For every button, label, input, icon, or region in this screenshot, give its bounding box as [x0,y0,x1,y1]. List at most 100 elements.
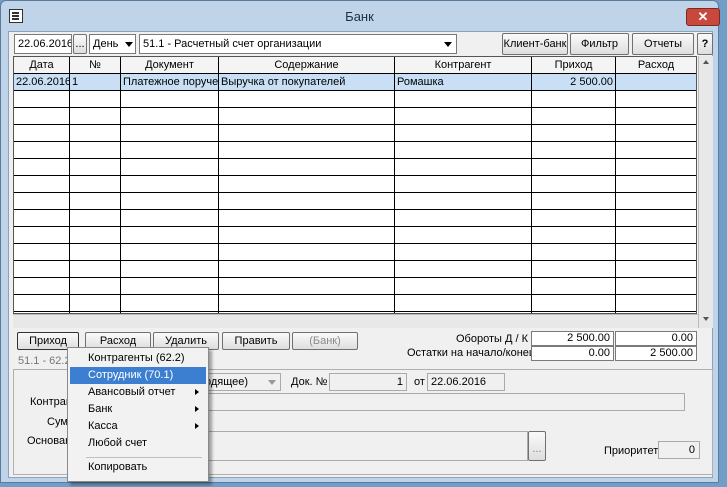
income-context-menu: Контрагенты (62.2) Сотрудник (70.1) Аван… [67,347,209,482]
empty-table-row[interactable] [14,159,696,176]
empty-cell [70,244,121,261]
menu-item-counterparties[interactable]: Контрагенты (62.2) [70,350,206,367]
priority-label: Приоритет [604,445,659,457]
empty-table-row[interactable] [14,176,696,193]
col-income[interactable]: Приход [532,57,616,74]
chevron-down-icon [444,42,452,47]
empty-cell [532,91,616,108]
empty-table-row[interactable] [14,108,696,125]
empty-cell [70,108,121,125]
empty-cell [14,159,70,176]
bank-window: Банк ✕ 22.06.2016 ... День 51.1 - Расчет… [0,0,720,483]
title-bar: Банк ✕ [1,1,720,31]
empty-cell [532,159,616,176]
help-button[interactable]: ? [697,33,713,55]
account-value: 51.1 - Расчетный счет организации [143,38,322,50]
client-bank-button[interactable]: Клиент-банк [502,33,568,55]
turnover-label: Обороты Д / К [456,333,528,345]
empty-cell [219,244,395,261]
empty-cell [14,210,70,227]
empty-cell [395,91,532,108]
col-number[interactable]: № [70,57,121,74]
empty-cell [121,278,219,295]
empty-cell [532,227,616,244]
empty-cell [14,244,70,261]
menu-item-employee[interactable]: Сотрудник (70.1) [70,367,206,384]
empty-cell [14,227,70,244]
scroll-down-icon[interactable] [703,317,709,321]
empty-table-row[interactable] [14,193,696,210]
empty-cell [219,210,395,227]
empty-table-row[interactable] [14,91,696,108]
empty-cell [219,278,395,295]
empty-table-row[interactable] [14,227,696,244]
col-content[interactable]: Содержание [219,57,395,74]
cell-date: 22.06.2016 [14,74,70,91]
vertical-scrollbar[interactable] [698,56,713,328]
doc-date-field[interactable]: 22.06.2016 [427,373,505,391]
direction-select[interactable]: одящее) [201,373,281,391]
menu-item-advance-report[interactable]: Авансовый отчет [70,384,206,401]
empty-cell [395,142,532,159]
empty-cell [219,176,395,193]
edit-button[interactable]: Править [222,332,290,350]
chevron-down-icon [268,380,276,385]
empty-cell [121,193,219,210]
horizontal-scrollbar[interactable] [13,314,698,328]
empty-cell [395,125,532,142]
empty-table-row[interactable] [14,244,696,261]
doc-no-label: Док. № [291,376,328,388]
empty-cell [532,125,616,142]
reports-button[interactable]: Отчеты [632,33,694,55]
filter-button[interactable]: Фильтр [570,33,629,55]
menu-item-bank[interactable]: Банк [70,401,206,418]
empty-table-row[interactable] [14,295,696,312]
counterparty-field[interactable] [208,393,685,411]
empty-cell [121,227,219,244]
period-select[interactable]: День [89,34,136,54]
date-field[interactable]: 22.06.2016 [14,34,72,54]
period-value: День [93,38,119,50]
empty-cell [14,176,70,193]
empty-cell [219,125,395,142]
doc-no-field[interactable]: 1 [329,373,407,391]
empty-table-row[interactable] [14,261,696,278]
empty-cell [219,295,395,312]
table-row[interactable]: 22.06.2016 1 Платежное поручение Выручка… [14,74,696,91]
col-document[interactable]: Документ [121,57,219,74]
menu-item-copy[interactable]: Копировать [70,459,206,476]
empty-cell [395,244,532,261]
bank-button[interactable]: (Банк) [292,332,358,350]
empty-table-row[interactable] [14,142,696,159]
empty-cell [14,91,70,108]
empty-cell [219,142,395,159]
empty-cell [121,244,219,261]
account-select[interactable]: 51.1 - Расчетный счет организации [139,34,457,54]
table-header: Дата № Документ Содержание Контрагент Пр… [14,57,696,74]
empty-cell [532,176,616,193]
empty-table-row[interactable] [14,278,696,295]
empty-cell [395,227,532,244]
menu-item-any-account[interactable]: Любой счет [70,435,206,452]
basis-field[interactable] [208,431,528,461]
empty-table-row[interactable] [14,125,696,142]
submenu-arrow-icon [195,389,199,395]
empty-cell [532,295,616,312]
empty-cell [616,244,696,261]
col-counterparty[interactable]: Контрагент [395,57,532,74]
menu-item-cash[interactable]: Касса [70,418,206,435]
priority-field[interactable]: 0 [658,441,700,459]
empty-cell [395,278,532,295]
col-date[interactable]: Дата [14,57,70,74]
col-expense[interactable]: Расход [616,57,696,74]
empty-cell [616,278,696,295]
basis-picker-button[interactable]: ... [528,431,546,461]
empty-cell [70,142,121,159]
close-button[interactable]: ✕ [686,8,720,26]
counterparty-label: Контраг [30,396,70,408]
empty-table-row[interactable] [14,210,696,227]
scroll-up-icon[interactable] [703,60,709,64]
empty-cell [395,261,532,278]
date-picker-button[interactable]: ... [73,34,87,54]
empty-cell [532,108,616,125]
